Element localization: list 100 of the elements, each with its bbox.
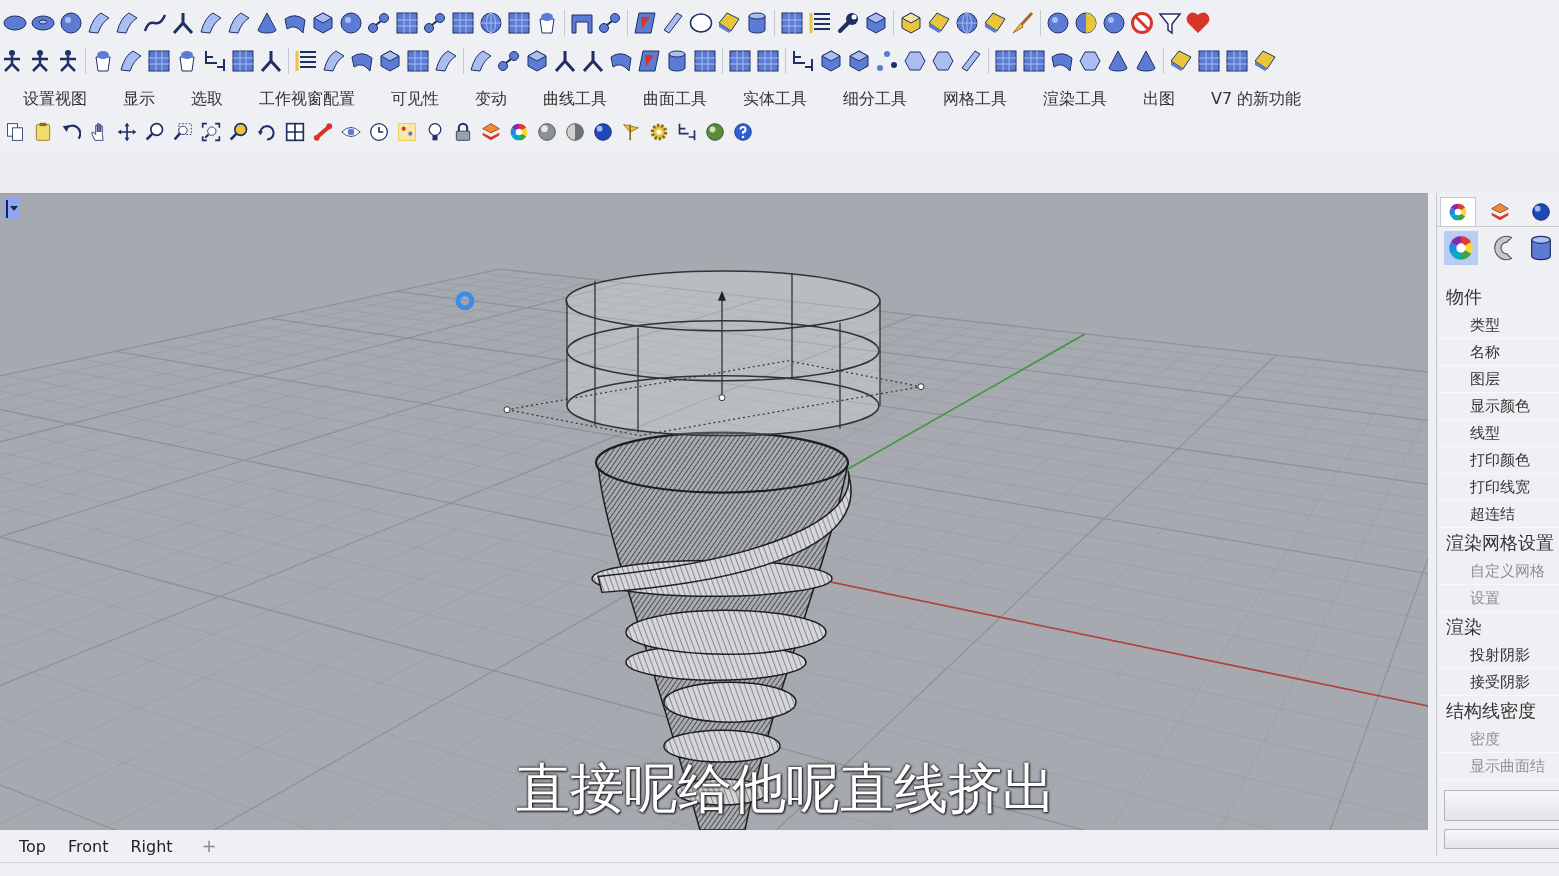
globe-icon[interactable] bbox=[955, 11, 979, 35]
zoom-icon[interactable] bbox=[229, 121, 249, 142]
glossy-sphere-icon[interactable] bbox=[593, 121, 613, 142]
linked-spheres-icon[interactable] bbox=[598, 11, 622, 35]
cube-icon[interactable] bbox=[864, 11, 888, 35]
menu-tab[interactable]: 渲染工具 bbox=[1025, 83, 1125, 115]
cube-icon[interactable] bbox=[847, 49, 871, 73]
grid-tile-icon[interactable] bbox=[451, 11, 475, 35]
cube-icon[interactable] bbox=[525, 49, 549, 73]
clock-icon[interactable] bbox=[369, 121, 389, 142]
curved-surface-icon[interactable] bbox=[434, 49, 458, 73]
hexagon-icon[interactable] bbox=[931, 49, 955, 73]
cylinder-icon[interactable] bbox=[665, 49, 689, 73]
cone-icon[interactable] bbox=[1106, 49, 1130, 73]
four-panes-icon[interactable] bbox=[285, 121, 305, 142]
branching-lines-icon[interactable] bbox=[581, 49, 605, 73]
cylinder-icon[interactable] bbox=[745, 11, 769, 35]
curved-surface-icon[interactable] bbox=[227, 11, 251, 35]
grid-tile-icon[interactable] bbox=[780, 11, 804, 35]
hexagon-icon[interactable] bbox=[903, 49, 927, 73]
grid-tile-icon[interactable] bbox=[1225, 49, 1249, 73]
list-lines-icon[interactable] bbox=[808, 11, 832, 35]
grid-tile-icon[interactable] bbox=[994, 49, 1018, 73]
linked-spheres-icon[interactable] bbox=[423, 11, 447, 35]
sphere-icon[interactable] bbox=[537, 121, 557, 142]
curved-surface-icon[interactable] bbox=[87, 11, 111, 35]
cube-icon[interactable] bbox=[899, 11, 923, 35]
globe-icon[interactable] bbox=[705, 121, 725, 142]
zoom-window-icon[interactable] bbox=[173, 121, 193, 142]
curved-surface-icon[interactable] bbox=[469, 49, 493, 73]
cube-icon[interactable] bbox=[378, 49, 402, 73]
linked-spheres-icon[interactable] bbox=[367, 11, 391, 35]
viewport-tab[interactable]: Top bbox=[8, 832, 57, 860]
menu-tab[interactable]: 实体工具 bbox=[725, 83, 825, 115]
menu-tab[interactable]: V7 的新功能 bbox=[1193, 83, 1320, 115]
oval-outline-icon[interactable] bbox=[689, 11, 713, 35]
sphere-icon[interactable] bbox=[1102, 11, 1126, 35]
globe-icon[interactable] bbox=[479, 11, 503, 35]
viewport-tab[interactable]: Right bbox=[119, 832, 184, 860]
pennant-icon[interactable] bbox=[621, 121, 641, 142]
capsule-icon[interactable] bbox=[661, 11, 685, 35]
grid-tile-icon[interactable] bbox=[406, 49, 430, 73]
menu-tab[interactable]: 曲面工具 bbox=[625, 83, 725, 115]
folded-sheet-icon[interactable] bbox=[1169, 49, 1193, 73]
sphere-icon[interactable] bbox=[1046, 11, 1070, 35]
panel-tab[interactable] bbox=[1440, 197, 1476, 226]
arch-icon[interactable] bbox=[570, 11, 594, 35]
help-icon[interactable] bbox=[733, 121, 753, 142]
cone-icon[interactable] bbox=[255, 11, 279, 35]
folded-sheet-icon[interactable] bbox=[717, 11, 741, 35]
sphere-icon[interactable] bbox=[1074, 11, 1098, 35]
layers-icon[interactable] bbox=[481, 121, 501, 142]
copy-icon[interactable] bbox=[5, 121, 25, 142]
zoom-extents-icon[interactable] bbox=[201, 121, 221, 142]
scatter-points-icon[interactable] bbox=[397, 121, 417, 142]
hexagon-icon[interactable] bbox=[1078, 49, 1102, 73]
folded-sheet-icon[interactable] bbox=[1253, 49, 1277, 73]
color-wheel-icon[interactable] bbox=[509, 121, 529, 142]
grid-tile-icon[interactable] bbox=[1197, 49, 1221, 73]
grid-tile-icon[interactable] bbox=[756, 49, 780, 73]
menu-tab[interactable]: 工作视窗配置 bbox=[241, 83, 373, 115]
menu-tab[interactable]: 选取 bbox=[173, 83, 241, 115]
grid-tile-icon[interactable] bbox=[231, 49, 255, 73]
plane-icon[interactable] bbox=[637, 49, 661, 73]
prohibited-icon[interactable] bbox=[1130, 11, 1154, 35]
zoom-icon[interactable] bbox=[145, 121, 165, 142]
grid-tile-icon[interactable] bbox=[147, 49, 171, 73]
curved-surface-icon[interactable] bbox=[119, 49, 143, 73]
half-shaded-sphere-icon[interactable] bbox=[565, 121, 585, 142]
cone-icon[interactable] bbox=[1134, 49, 1158, 73]
cube-icon[interactable] bbox=[311, 11, 335, 35]
dumbbell-icon[interactable] bbox=[313, 121, 333, 142]
brush-icon[interactable] bbox=[1011, 11, 1035, 35]
plane-icon[interactable] bbox=[633, 11, 657, 35]
funnel-icon[interactable] bbox=[1158, 11, 1182, 35]
lock-icon[interactable] bbox=[453, 121, 473, 142]
menu-tab[interactable]: 变动 bbox=[457, 83, 525, 115]
menu-tab[interactable]: 出图 bbox=[1125, 83, 1193, 115]
branching-lines-icon[interactable] bbox=[259, 49, 283, 73]
sphere-icon[interactable] bbox=[339, 11, 363, 35]
grid-tile-icon[interactable] bbox=[507, 11, 531, 35]
gear-icon[interactable] bbox=[649, 121, 669, 142]
dimension-icon[interactable] bbox=[791, 49, 815, 73]
grid-tile-icon[interactable] bbox=[1022, 49, 1046, 73]
heart-icon[interactable] bbox=[1186, 11, 1210, 35]
grid-tile-icon[interactable] bbox=[693, 49, 717, 73]
linked-spheres-icon[interactable] bbox=[497, 49, 521, 73]
folded-sheet-icon[interactable] bbox=[927, 11, 951, 35]
branching-lines-icon[interactable] bbox=[171, 11, 195, 35]
dimension-icon[interactable] bbox=[677, 121, 697, 142]
dots-icon[interactable] bbox=[875, 49, 899, 73]
grid-tile-icon[interactable] bbox=[395, 11, 419, 35]
menu-tab[interactable]: 曲线工具 bbox=[525, 83, 625, 115]
move-arrows-icon[interactable] bbox=[117, 121, 137, 142]
clipboard-icon[interactable] bbox=[33, 121, 53, 142]
viewport-tab[interactable]: Front bbox=[57, 832, 120, 860]
sphere-icon[interactable] bbox=[59, 11, 83, 35]
menu-tab[interactable]: 显示 bbox=[105, 83, 173, 115]
curved-surface-icon[interactable] bbox=[115, 11, 139, 35]
folded-sheet-icon[interactable] bbox=[983, 11, 1007, 35]
